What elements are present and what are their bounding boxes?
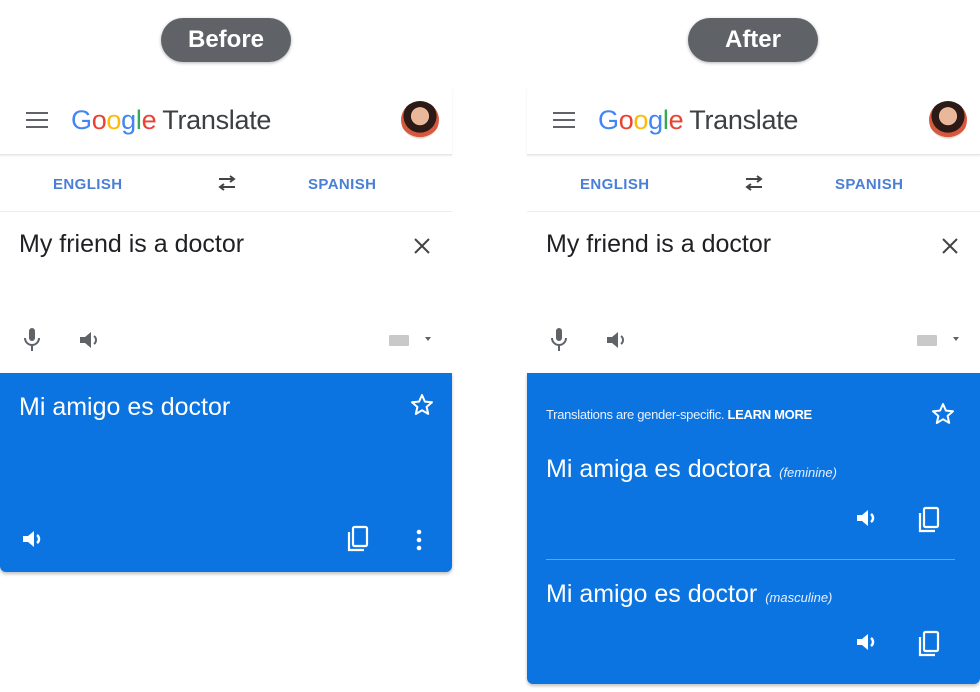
after-screen: Google Translate ENGLISH SPANISH My frien… xyxy=(527,88,980,684)
source-language-button[interactable]: ENGLISH xyxy=(580,176,649,193)
source-text[interactable]: My friend is a doctor xyxy=(19,230,244,259)
user-avatar[interactable] xyxy=(401,101,439,139)
masculine-translation: Mi amigo es doctor (masculine) xyxy=(546,580,832,609)
input-method-dropdown-icon[interactable] xyxy=(425,337,431,341)
star-icon[interactable] xyxy=(931,402,955,426)
keyboard-icon[interactable] xyxy=(389,335,409,346)
more-vert-icon[interactable] xyxy=(415,529,423,551)
learn-more-link[interactable]: LEARN MORE xyxy=(728,407,813,422)
swap-languages-icon[interactable] xyxy=(215,173,239,193)
target-language-button[interactable]: SPANISH xyxy=(308,176,376,193)
mic-icon[interactable] xyxy=(22,327,42,353)
gender-tag: (masculine) xyxy=(765,590,833,605)
input-method-dropdown-icon[interactable] xyxy=(953,337,959,341)
before-label: Before xyxy=(161,18,291,62)
before-screen: Google Translate ENGLISH SPANISH My frien… xyxy=(0,88,452,572)
star-icon[interactable] xyxy=(410,393,434,417)
gender-notice-text: Translations are gender-specific. xyxy=(546,407,725,422)
source-text[interactable]: My friend is a doctor xyxy=(546,230,771,259)
speaker-icon[interactable] xyxy=(78,328,104,352)
user-avatar[interactable] xyxy=(929,101,967,139)
gender-notice: Translations are gender-specific. LEARN … xyxy=(546,407,812,422)
after-label: After xyxy=(688,18,818,62)
copy-icon[interactable] xyxy=(345,525,371,553)
divider xyxy=(546,559,955,560)
source-language-button[interactable]: ENGLISH xyxy=(53,176,122,193)
speaker-icon[interactable] xyxy=(605,328,631,352)
app-bar: Google Translate xyxy=(0,88,452,155)
translation-card: Mi amigo es doctor xyxy=(0,373,452,572)
copy-icon[interactable] xyxy=(916,506,942,534)
close-icon[interactable] xyxy=(412,236,432,256)
input-area[interactable]: My friend is a doctor xyxy=(0,212,452,373)
translation-text: Mi amigo es doctor xyxy=(546,580,758,608)
speaker-icon[interactable] xyxy=(855,506,881,530)
swap-languages-icon[interactable] xyxy=(742,173,766,193)
language-bar: ENGLISH SPANISH xyxy=(0,155,452,212)
google-translate-logo: Google Translate xyxy=(598,105,799,135)
input-area[interactable]: My friend is a doctor xyxy=(527,212,980,373)
translation-text: Mi amigo es doctor xyxy=(19,393,231,421)
google-translate-logo: Google Translate xyxy=(71,105,272,135)
close-icon[interactable] xyxy=(940,236,960,256)
hamburger-menu-icon[interactable] xyxy=(553,112,575,128)
keyboard-icon[interactable] xyxy=(917,335,937,346)
language-bar: ENGLISH SPANISH xyxy=(527,155,980,212)
speaker-icon[interactable] xyxy=(855,630,881,654)
speaker-icon[interactable] xyxy=(21,527,47,551)
target-language-button[interactable]: SPANISH xyxy=(835,176,903,193)
gender-tag: (feminine) xyxy=(779,465,837,480)
product-name: Translate xyxy=(689,105,799,135)
hamburger-menu-icon[interactable] xyxy=(26,112,48,128)
feminine-translation: Mi amiga es doctora (feminine) xyxy=(546,455,837,484)
product-name: Translate xyxy=(162,105,272,135)
app-bar: Google Translate xyxy=(527,88,980,155)
translation-text: Mi amiga es doctora xyxy=(546,455,772,483)
mic-icon[interactable] xyxy=(549,327,569,353)
translation-card: Translations are gender-specific. LEARN … xyxy=(527,373,980,684)
copy-icon[interactable] xyxy=(916,630,942,658)
